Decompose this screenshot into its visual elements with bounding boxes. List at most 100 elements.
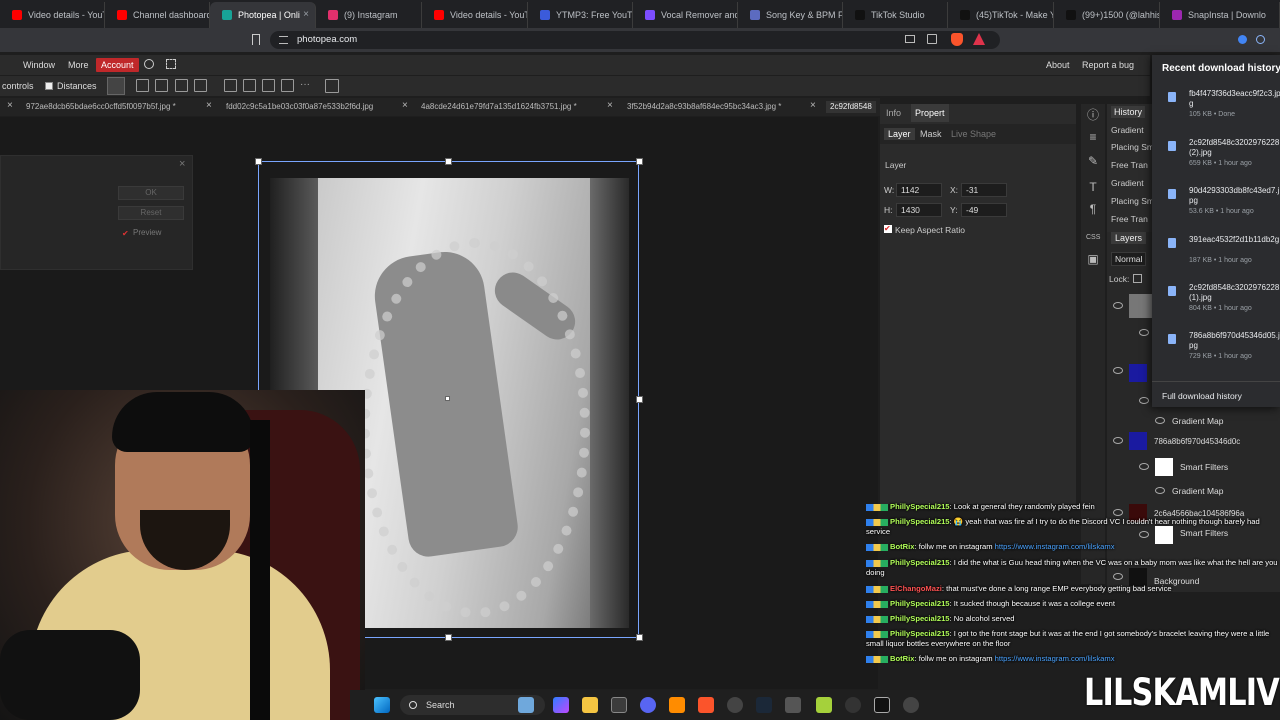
history-item[interactable]: Gradient bbox=[1111, 178, 1144, 188]
account-button[interactable]: Account bbox=[96, 58, 139, 72]
eye-icon[interactable] bbox=[1113, 367, 1123, 374]
browser-tab[interactable]: Song Key & BPM Fi bbox=[738, 2, 843, 28]
fullscreen-icon[interactable] bbox=[166, 59, 176, 69]
download-item[interactable]: fb4f473f36d3eacc9f2c3.jpg 105 KB • Done bbox=[1152, 89, 1280, 137]
close-tab-icon[interactable]: × bbox=[402, 100, 408, 111]
menu-report-bug[interactable]: Report a bug bbox=[1082, 58, 1134, 72]
xbox-icon[interactable] bbox=[816, 697, 832, 713]
brave-icon[interactable] bbox=[698, 697, 714, 713]
transform-handle-br[interactable] bbox=[636, 634, 643, 641]
chat-username[interactable]: PhillySpecial215 bbox=[890, 517, 950, 526]
eye-icon[interactable] bbox=[1139, 463, 1149, 470]
media-player-icon[interactable] bbox=[903, 697, 919, 713]
chat-username[interactable]: PhillySpecial215 bbox=[890, 629, 950, 638]
dialog-ok-button[interactable]: OK bbox=[118, 186, 184, 200]
document-tab[interactable]: 972ae8dcb65bdae6cc0cffd5f0097b5f.jpg * bbox=[26, 101, 176, 113]
history-item[interactable]: Placing Sm bbox=[1111, 196, 1154, 206]
width-input[interactable]: 1142 bbox=[896, 183, 942, 197]
transform-handle-bm[interactable] bbox=[445, 634, 452, 641]
tab-layers[interactable]: Layers bbox=[1111, 232, 1147, 244]
chat-link[interactable]: https://www.instagram.com/lilskamx bbox=[995, 654, 1115, 663]
document-tab-active[interactable]: 2c92fd8548 bbox=[826, 101, 876, 113]
distribute-icon[interactable] bbox=[194, 79, 207, 92]
close-tab-icon[interactable]: × bbox=[607, 100, 613, 111]
browser-tab[interactable]: SnapInsta | Downlo bbox=[1160, 2, 1280, 28]
align-top-icon[interactable] bbox=[224, 79, 237, 92]
layer-row[interactable]: Smart Filters bbox=[1107, 458, 1280, 482]
browser-tab[interactable]: YTMP3: Free YouTub bbox=[528, 2, 633, 28]
tab-history[interactable]: History bbox=[1111, 106, 1146, 118]
start-icon[interactable] bbox=[374, 697, 390, 713]
history-item[interactable]: Free Tran bbox=[1111, 214, 1148, 224]
align-left-icon[interactable] bbox=[136, 79, 149, 92]
height-input[interactable]: 1430 bbox=[896, 203, 942, 217]
menu-more[interactable]: More bbox=[68, 58, 89, 72]
app-icon[interactable] bbox=[785, 697, 801, 713]
tab-properties[interactable]: Propert bbox=[911, 104, 949, 122]
subtab-live-shape[interactable]: Live Shape bbox=[951, 129, 996, 139]
brave-rewards-icon[interactable] bbox=[973, 33, 985, 45]
history-item[interactable]: Free Tran bbox=[1111, 160, 1148, 170]
browser-tab[interactable]: Video details - YouT bbox=[422, 2, 528, 28]
capcut-icon[interactable] bbox=[874, 697, 890, 713]
transform-handle-tl[interactable] bbox=[255, 158, 262, 165]
browser-tab[interactable]: (99+)1500 (@lahhis bbox=[1054, 2, 1160, 28]
eye-icon[interactable] bbox=[1113, 437, 1123, 444]
download-item[interactable]: 786a8b6f970d45346d05.jpg 729 KB • 1 hour… bbox=[1152, 331, 1280, 379]
extension-icon[interactable] bbox=[1238, 35, 1247, 44]
url-field[interactable]: photopea.com bbox=[270, 31, 1000, 49]
fl-studio-icon[interactable] bbox=[669, 697, 685, 713]
share-icon[interactable] bbox=[927, 34, 937, 44]
subtab-layer[interactable]: Layer bbox=[884, 128, 915, 140]
copilot-icon[interactable] bbox=[553, 697, 569, 713]
menu-about[interactable]: About bbox=[1046, 58, 1070, 72]
history-item[interactable]: Placing Sm bbox=[1111, 142, 1154, 152]
align-center-icon[interactable] bbox=[155, 79, 168, 92]
chat-username[interactable]: PhillySpecial215 bbox=[890, 502, 950, 511]
steam-icon[interactable] bbox=[756, 697, 772, 713]
transform-handle-tr[interactable] bbox=[636, 158, 643, 165]
eye-icon[interactable] bbox=[1139, 329, 1149, 336]
menu-window[interactable]: Window bbox=[23, 58, 55, 72]
dialog-close-icon[interactable]: × bbox=[179, 158, 185, 170]
chrome-icon[interactable] bbox=[727, 697, 743, 713]
x-input[interactable]: -31 bbox=[961, 183, 1007, 197]
adjustments-icon[interactable]: ≡ bbox=[1086, 130, 1100, 144]
y-input[interactable]: -49 bbox=[961, 203, 1007, 217]
close-tab-icon[interactable]: × bbox=[7, 100, 13, 111]
align-bottom-icon[interactable] bbox=[262, 79, 275, 92]
store-icon[interactable] bbox=[611, 697, 627, 713]
preview-checkbox[interactable]: ✔ bbox=[122, 230, 129, 238]
download-item[interactable]: 90d4293303db8fc43ed7.jpg 53.6 KB • 1 hou… bbox=[1152, 186, 1280, 234]
tab-info[interactable]: Info bbox=[886, 104, 901, 122]
document-tab[interactable]: 3f52b94d2a8c93b8af684ec95bc34ac3.jpg * bbox=[627, 101, 781, 113]
distances-checkbox[interactable] bbox=[45, 82, 53, 90]
dialog-reset-button[interactable]: Reset bbox=[118, 206, 184, 220]
discord-icon[interactable] bbox=[640, 697, 656, 713]
download-item[interactable]: 2c92fd8548c3202976228 (2).jpg 659 KB • 1… bbox=[1152, 138, 1280, 186]
browser-tab[interactable]: TikTok Studio bbox=[843, 2, 948, 28]
align-right-icon[interactable] bbox=[175, 79, 188, 92]
search-icon[interactable] bbox=[144, 59, 154, 69]
eye-icon[interactable] bbox=[1113, 302, 1123, 309]
chat-username[interactable]: PhillySpecial215 bbox=[890, 599, 950, 608]
paragraph-icon[interactable]: ¶ bbox=[1086, 202, 1100, 216]
transform-handle-mr[interactable] bbox=[636, 396, 643, 403]
browser-tab[interactable]: (9) Instagram bbox=[316, 2, 422, 28]
chat-link[interactable]: https://www.instagram.com/lilskamx bbox=[995, 542, 1115, 551]
document-tab[interactable]: fdd02c9c5a1be03c03f0a87e533b2f6d.jpg bbox=[226, 101, 373, 113]
eye-icon[interactable] bbox=[1155, 487, 1165, 494]
eye-icon[interactable] bbox=[1155, 417, 1165, 424]
css-icon[interactable]: CSS bbox=[1086, 231, 1100, 245]
chat-username[interactable]: BotRix bbox=[890, 542, 914, 551]
browser-tab[interactable]: Video details - YouT bbox=[0, 2, 105, 28]
brave-shield-icon[interactable] bbox=[951, 33, 963, 46]
browser-tab[interactable]: Vocal Remover and bbox=[633, 2, 738, 28]
info-icon[interactable]: ⓘ bbox=[1086, 108, 1100, 122]
chat-username[interactable]: ElChangoMazi bbox=[890, 584, 942, 593]
layer-row[interactable]: 786a8b6f970d45346d0c bbox=[1107, 432, 1280, 456]
close-tab-icon[interactable]: × bbox=[206, 100, 212, 111]
blend-mode-select[interactable]: Normal bbox=[1111, 252, 1147, 266]
align-middle-icon[interactable] bbox=[243, 79, 256, 92]
distribute-vertical-icon[interactable] bbox=[281, 79, 294, 92]
